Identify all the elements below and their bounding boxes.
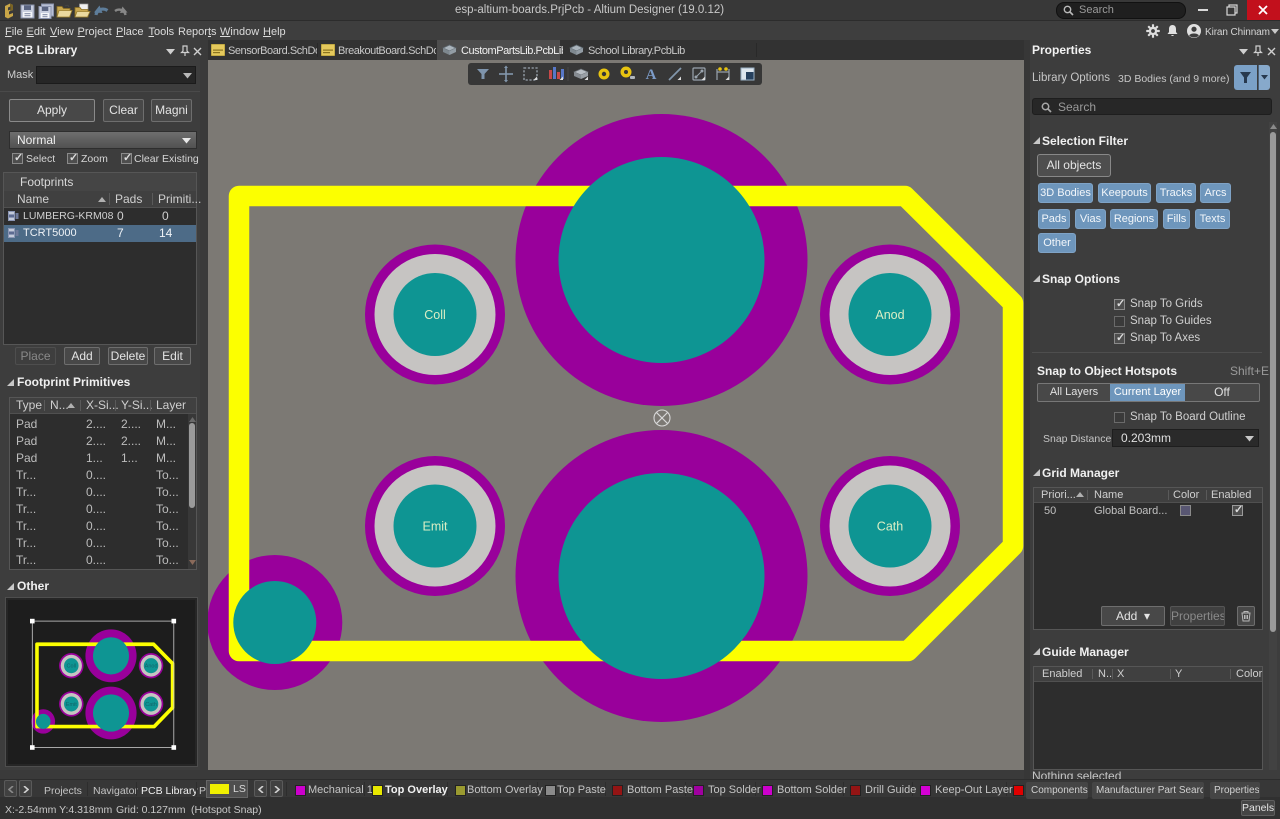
svg-text:Cath: Cath [877,520,903,534]
svg-text:Anod: Anod [145,664,158,670]
svg-text:Coll: Coll [67,664,76,670]
svg-text:Coll: Coll [424,308,446,322]
svg-text:Emit: Emit [66,702,77,708]
svg-text:Anod: Anod [875,308,904,322]
svg-text:Emit: Emit [423,520,449,534]
svg-text:A: A [646,67,657,83]
svg-text:Cath: Cath [145,702,157,708]
